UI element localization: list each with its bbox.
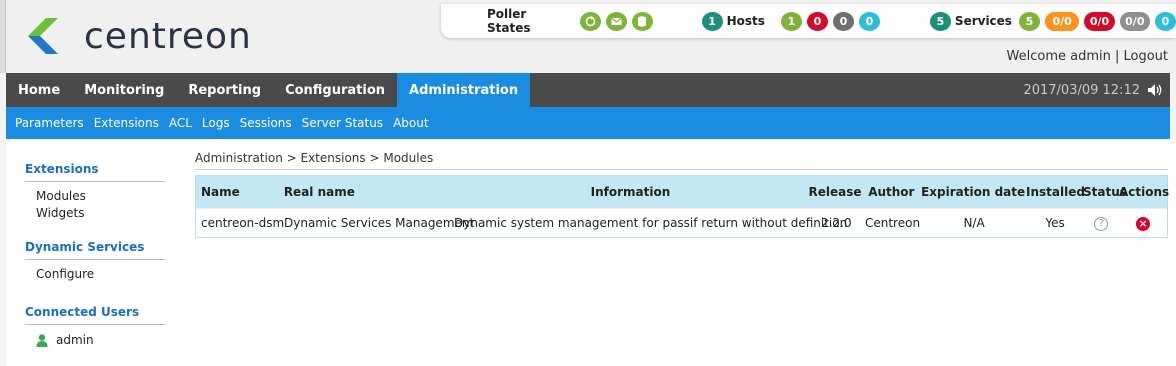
subnav-sessions[interactable]: Sessions xyxy=(235,116,297,130)
nav-configuration[interactable]: Configuration xyxy=(273,73,397,107)
sidebar-item-widgets[interactable]: Widgets xyxy=(36,206,85,220)
services-unknown-badge[interactable]: 0/0 xyxy=(1119,11,1150,31)
breadcrumb-divider xyxy=(195,169,1168,170)
subnav-server-status[interactable]: Server Status xyxy=(297,116,388,130)
sub-nav: Parameters Extensions ACL Logs Sessions … xyxy=(6,107,1170,139)
database-icon[interactable] xyxy=(631,11,653,31)
sidebar: Extensions Modules Widgets Dynamic Servi… xyxy=(6,139,176,366)
hosts-count-badge[interactable]: 1 xyxy=(701,11,723,31)
services-warning-badge[interactable]: 0/0 xyxy=(1044,11,1080,31)
table-header-row: Name Real name Information Release Autho… xyxy=(196,176,1170,208)
welcome-logout-link[interactable]: Welcome admin | Logout xyxy=(1007,49,1168,64)
services-ok-badge[interactable]: 5 xyxy=(1018,11,1040,31)
main-content: Administration > Extensions > Modules Na… xyxy=(176,139,1176,366)
logo-mark-icon xyxy=(28,18,58,54)
cell-information: Dynamic system management for passif ret… xyxy=(454,216,848,230)
sidebar-section-dynamic-services: Dynamic Services xyxy=(25,240,165,260)
cell-name: centreon-dsm xyxy=(201,216,285,230)
nav-reporting[interactable]: Reporting xyxy=(176,73,273,107)
cell-author: Centreon xyxy=(864,216,921,230)
col-expiration-date: Expiration date xyxy=(921,185,1026,199)
user-icon xyxy=(36,333,48,347)
col-actions: Actions xyxy=(1119,185,1170,199)
col-information: Information xyxy=(590,185,671,199)
speaker-icon[interactable] xyxy=(1148,84,1164,96)
col-status: Status xyxy=(1083,185,1127,199)
cell-status: ? xyxy=(1083,215,1119,231)
top-status-bar: Poller States 1 Hosts 1 0 0 0 5 Services… xyxy=(441,4,1176,38)
col-installed: Installed xyxy=(1026,185,1085,199)
subnav-about[interactable]: About xyxy=(388,116,433,130)
subnav-logs[interactable]: Logs xyxy=(197,116,235,130)
col-real-name: Real name xyxy=(283,185,355,199)
centreon-logo[interactable]: centreon xyxy=(24,14,252,58)
sidebar-user-name: admin xyxy=(56,333,94,347)
hosts-unreachable-badge[interactable]: 0 xyxy=(832,11,854,31)
window-edge xyxy=(0,0,6,73)
nav-administration[interactable]: Administration xyxy=(397,73,531,107)
services-count-badge[interactable]: 5 xyxy=(929,11,951,31)
col-release: Release xyxy=(808,185,862,199)
sidebar-user-admin[interactable]: admin xyxy=(36,333,94,347)
subnav-acl[interactable]: ACL xyxy=(164,116,197,130)
poller-states-label: Poller States xyxy=(487,7,531,35)
services-pending-badge[interactable]: 0 xyxy=(1154,11,1176,31)
main-nav: Home Monitoring Reporting Configuration … xyxy=(6,73,1170,107)
col-name: Name xyxy=(201,185,240,199)
cell-real-name: Dynamic Services Management xyxy=(284,216,475,230)
sidebar-section-connected-users: Connected Users xyxy=(25,305,165,325)
sidebar-item-modules[interactable]: Modules xyxy=(36,189,86,203)
col-author: Author xyxy=(868,185,915,199)
datetime-text: 2017/03/09 12:12 xyxy=(1023,82,1140,98)
nav-home[interactable]: Home xyxy=(6,73,72,107)
header: centreon Poller States 1 Hosts 1 0 0 0 5… xyxy=(0,0,1176,73)
modules-table: Name Real name Information Release Autho… xyxy=(195,175,1170,238)
services-critical-badge[interactable]: 0/0 xyxy=(1084,11,1115,31)
hosts-pending-badge[interactable]: 0 xyxy=(858,11,880,31)
cell-installed: Yes xyxy=(1045,216,1065,230)
services-label[interactable]: Services xyxy=(955,14,1012,28)
hosts-up-badge[interactable]: 1 xyxy=(780,11,802,31)
sidebar-section-extensions: Extensions xyxy=(25,162,165,182)
datetime-display: 2017/03/09 12:12 xyxy=(1023,73,1164,107)
cell-release: 2.2.0 xyxy=(821,216,852,230)
subnav-parameters[interactable]: Parameters xyxy=(6,116,89,130)
breadcrumb: Administration > Extensions > Modules xyxy=(195,151,434,165)
mail-icon[interactable] xyxy=(605,11,627,31)
cell-actions: × xyxy=(1119,216,1167,231)
help-icon[interactable]: ? xyxy=(1094,217,1109,231)
refresh-icon[interactable] xyxy=(579,11,601,31)
delete-icon[interactable]: × xyxy=(1136,216,1151,231)
cell-expiration-date: N/A xyxy=(963,216,985,230)
logo-text: centreon xyxy=(84,15,252,57)
hosts-down-badge[interactable]: 0 xyxy=(806,11,828,31)
table-row[interactable]: centreon-dsm Dynamic Services Management… xyxy=(196,208,1167,237)
hosts-label[interactable]: Hosts xyxy=(727,14,765,28)
nav-monitoring[interactable]: Monitoring xyxy=(72,73,176,107)
sidebar-item-configure[interactable]: Configure xyxy=(36,267,94,281)
subnav-extensions[interactable]: Extensions xyxy=(89,116,164,130)
